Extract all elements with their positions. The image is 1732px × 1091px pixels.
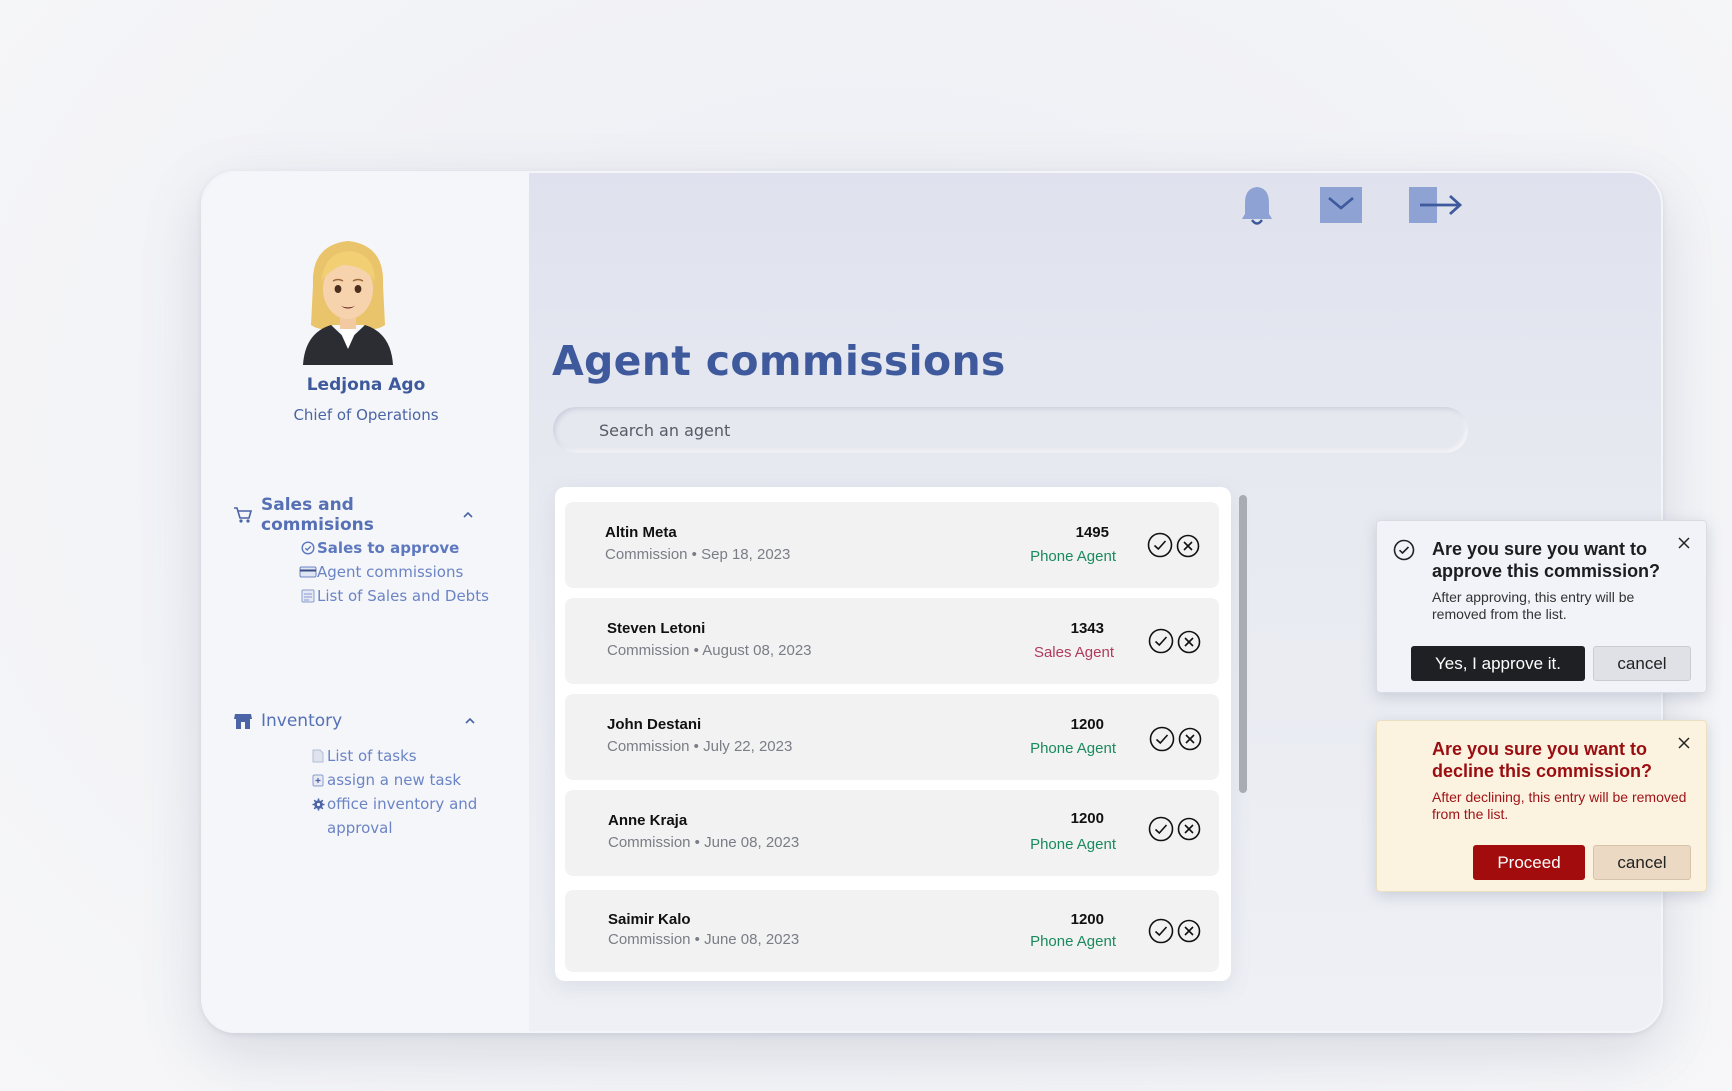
sidebar-item-label: Agent commissions <box>317 563 464 581</box>
approve-icon[interactable] <box>1148 918 1174 944</box>
commission-amount: 1200 <box>1070 716 1104 733</box>
close-icon[interactable] <box>1676 735 1692 751</box>
document-icon <box>309 744 327 768</box>
sidebar-item-assign-task[interactable]: assign a new task <box>309 768 503 792</box>
approve-icon[interactable] <box>1147 532 1173 558</box>
agent-name: Anne Kraja <box>608 812 688 829</box>
sidebar-item-list-of-tasks[interactable]: List of tasks <box>309 744 503 768</box>
agent-role: Phone Agent <box>1030 836 1116 853</box>
table-row[interactable]: Altin Meta Commission • Sep 18, 2023 149… <box>565 502 1219 588</box>
cancel-button[interactable]: cancel <box>1593 646 1691 681</box>
commission-amount: 1343 <box>1070 620 1104 637</box>
nav-section-sales: Sales and commisions Sales to approve Ag… <box>233 495 503 608</box>
mail-icon[interactable] <box>1319 186 1363 229</box>
store-icon <box>233 711 253 731</box>
decline-icon[interactable] <box>1177 919 1201 943</box>
sidebar-item-label: office inventory and approval <box>327 795 478 837</box>
agent-role: Sales Agent <box>1033 644 1114 661</box>
dialog-title: Are you sure you want to approve this co… <box>1432 539 1661 581</box>
sidebar-item-label: assign a new task <box>327 771 462 789</box>
table-row[interactable]: Saimir Kalo Commission • June 08, 2023 1… <box>565 890 1219 972</box>
receipt-icon <box>299 584 317 608</box>
agent-name: Altin Meta <box>605 524 677 541</box>
table-row[interactable]: Steven Letoni Commission • August 08, 20… <box>565 598 1219 684</box>
agent-role: Phone Agent <box>1030 548 1116 565</box>
user-name: Ledjona Ago <box>306 375 426 395</box>
approve-icon[interactable] <box>1148 816 1174 842</box>
chevron-up-icon[interactable] <box>461 508 475 522</box>
gear-icon <box>309 792 327 816</box>
credit-card-icon <box>299 560 317 584</box>
sidebar-item-label: List of tasks <box>327 747 417 765</box>
check-circle-icon <box>1393 539 1415 561</box>
agent-role: Phone Agent <box>1030 740 1116 757</box>
decline-icon[interactable] <box>1177 630 1201 654</box>
approve-icon[interactable] <box>1149 726 1175 752</box>
nav-section-inventory: Inventory List of tasks assign a new tas… <box>233 708 503 840</box>
commission-date: Commission • August 08, 2023 <box>607 642 812 659</box>
commission-date: Commission • June 08, 2023 <box>608 931 800 948</box>
logout-icon[interactable] <box>1408 186 1464 229</box>
agent-name: Saimir Kalo <box>608 911 691 928</box>
dialog-body: After declining, this entry will be remo… <box>1432 789 1687 822</box>
commission-amount: 1200 <box>1070 810 1104 827</box>
sidebar-item-label: List of Sales and Debts <box>317 587 489 605</box>
agent-name: John Destani <box>607 716 702 733</box>
table-row[interactable]: Anne Kraja Commission • June 08, 2023 12… <box>565 790 1219 876</box>
nav-head-sales[interactable]: Sales and commisions <box>233 495 503 535</box>
nav-head-label: Sales and commisions <box>261 495 374 535</box>
commission-list: Altin Meta Commission • Sep 18, 2023 149… <box>555 487 1231 981</box>
chevron-up-icon[interactable] <box>463 714 477 728</box>
nav-head-label: Inventory <box>261 711 343 731</box>
dialog-body: After approving, this entry will be remo… <box>1432 589 1635 622</box>
table-row[interactable]: John Destani Commission • July 22, 2023 … <box>565 694 1219 780</box>
confirm-approve-button[interactable]: Yes, I approve it. <box>1411 646 1585 681</box>
dialog-title: Are you sure you want to decline this co… <box>1432 739 1653 781</box>
decline-icon[interactable] <box>1176 534 1200 558</box>
decline-icon[interactable] <box>1177 817 1201 841</box>
sidebar-item-label: Sales to approve <box>317 539 460 557</box>
agent-role: Phone Agent <box>1030 933 1116 950</box>
approve-dialog: Are you sure you want to approve this co… <box>1376 520 1707 693</box>
close-icon[interactable] <box>1676 535 1692 551</box>
scrollbar[interactable] <box>1239 495 1247 793</box>
commission-date: Commission • June 08, 2023 <box>608 834 800 851</box>
decline-dialog: Are you sure you want to decline this co… <box>1376 720 1707 892</box>
commission-amount: 1200 <box>1070 911 1104 928</box>
check-circle-icon <box>299 536 317 560</box>
sidebar: Ledjona Ago Chief of Operations Sales an… <box>203 173 529 1031</box>
sidebar-item-sales-to-approve[interactable]: Sales to approve <box>299 536 503 560</box>
avatar <box>293 225 403 365</box>
task-icon <box>309 768 327 792</box>
search-input[interactable] <box>553 407 1468 453</box>
bell-icon[interactable] <box>1238 185 1276 232</box>
user-role: Chief of Operations <box>293 406 439 424</box>
commission-date: Commission • July 22, 2023 <box>607 738 793 755</box>
cancel-button[interactable]: cancel <box>1593 845 1691 880</box>
sidebar-item-agent-commissions[interactable]: Agent commissions <box>299 560 503 584</box>
page-title: Agent commissions <box>552 337 1006 385</box>
nav-head-inventory[interactable]: Inventory <box>233 708 503 734</box>
proceed-button[interactable]: Proceed <box>1473 845 1585 880</box>
decline-icon[interactable] <box>1178 727 1202 751</box>
commission-date: Commission • Sep 18, 2023 <box>605 546 791 563</box>
approve-icon[interactable] <box>1148 628 1174 654</box>
stage: Ledjona Ago Chief of Operations Sales an… <box>0 0 1732 1091</box>
agent-name: Steven Letoni <box>607 620 706 637</box>
cart-icon <box>233 505 253 525</box>
sidebar-item-sales-and-debts[interactable]: List of Sales and Debts <box>299 584 503 608</box>
commission-amount: 1495 <box>1075 524 1109 541</box>
sidebar-item-office-inventory[interactable]: office inventory and approval <box>309 792 503 840</box>
